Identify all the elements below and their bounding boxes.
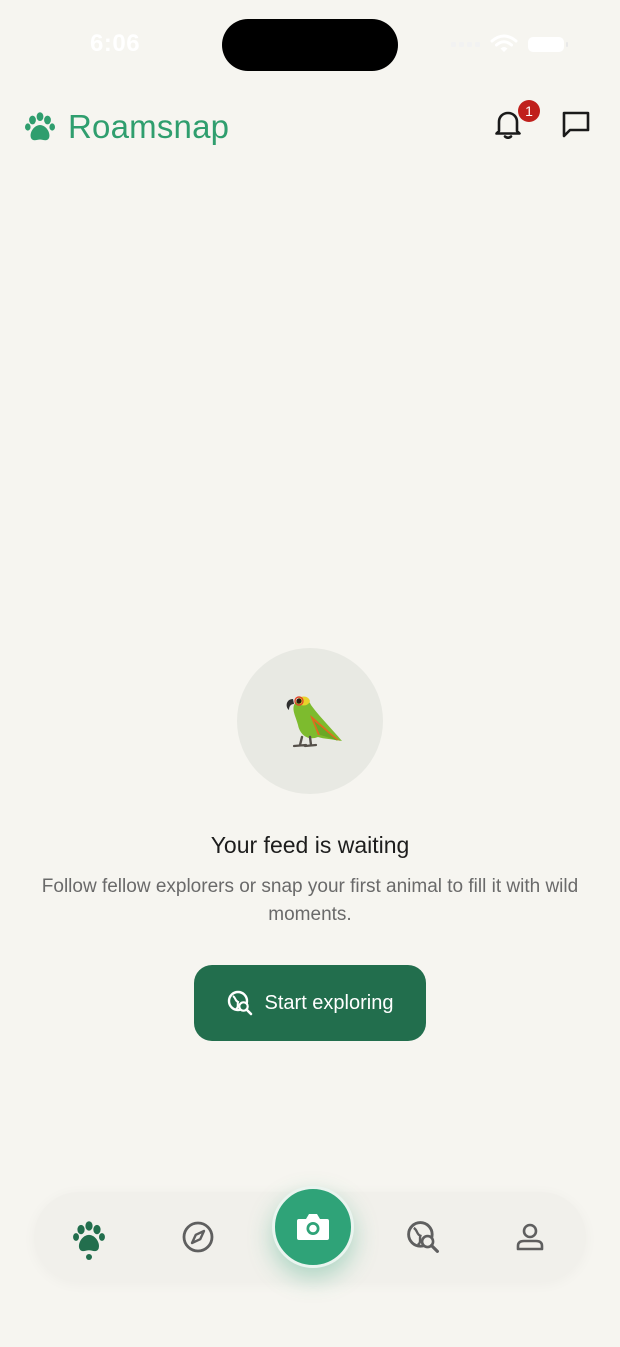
camera-button[interactable] xyxy=(272,1186,354,1268)
header-actions: 1 xyxy=(492,100,592,140)
dynamic-island xyxy=(222,19,398,71)
globe-search-icon xyxy=(227,990,252,1016)
globe-search-icon xyxy=(407,1221,439,1253)
empty-state-description: Follow fellow explorers or snap your fir… xyxy=(41,876,579,925)
compass-icon xyxy=(182,1221,214,1253)
parrot-icon xyxy=(286,696,342,748)
chat-icon xyxy=(562,111,590,138)
signal-icon xyxy=(451,41,480,47)
paw-icon xyxy=(73,1221,105,1252)
wifi-icon xyxy=(490,34,518,52)
battery-icon xyxy=(528,36,568,52)
active-tab-indicator xyxy=(86,1254,92,1260)
camera-icon xyxy=(297,1214,329,1240)
notifications-button[interactable]: 1 xyxy=(492,100,540,140)
brand[interactable]: Roamsnap xyxy=(24,108,229,146)
status-time: 6:06 xyxy=(90,30,141,57)
tab-feed[interactable] xyxy=(54,1192,124,1282)
profile-icon xyxy=(516,1223,544,1251)
start-exploring-button[interactable]: Start exploring xyxy=(194,965,426,1041)
status-icons xyxy=(451,34,568,54)
tab-discover[interactable] xyxy=(388,1192,458,1282)
bottom-tab-bar xyxy=(34,1186,586,1282)
messages-button[interactable] xyxy=(560,108,592,140)
empty-feed-state: Your feed is waiting Follow fellow explo… xyxy=(0,648,620,1041)
brand-name: Roamsnap xyxy=(68,108,230,145)
tab-explore[interactable] xyxy=(163,1192,233,1282)
notification-badge: 1 xyxy=(518,100,540,122)
start-exploring-label: Start exploring xyxy=(264,991,394,1014)
app-header: Roamsnap 1 xyxy=(0,100,620,160)
paw-logo-icon xyxy=(25,112,55,141)
parrot-illustration xyxy=(237,648,383,794)
empty-state-title: Your feed is waiting xyxy=(210,832,410,858)
tab-profile[interactable] xyxy=(495,1192,565,1282)
status-bar: 6:06 xyxy=(0,0,620,90)
